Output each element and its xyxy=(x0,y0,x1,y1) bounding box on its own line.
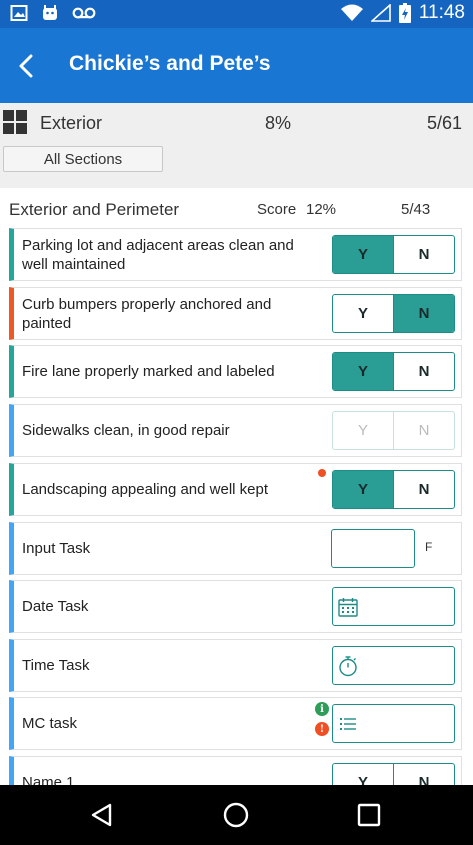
unit-label: F xyxy=(425,540,433,554)
section-percent: 8% xyxy=(265,113,292,133)
list-icon xyxy=(340,718,356,730)
task-row: Date Task xyxy=(9,580,462,633)
voicemail-icon xyxy=(72,7,96,19)
image-notification-icon xyxy=(10,5,28,21)
yes-option[interactable]: Y xyxy=(333,295,393,332)
yes-no-toggle: Y N xyxy=(332,411,455,450)
multiple-choice-input[interactable] xyxy=(332,704,455,743)
info-icon[interactable]: i xyxy=(315,702,329,716)
task-row: Sidewalks clean, in good repair Y N xyxy=(9,404,462,457)
yes-no-toggle: Y N xyxy=(332,235,455,274)
no-option[interactable]: N xyxy=(393,471,454,508)
no-option[interactable]: N xyxy=(393,295,454,332)
yes-option[interactable]: Y xyxy=(333,412,393,449)
task-label: MC task xyxy=(22,715,78,732)
task-label: Sidewalks clean, in good repair xyxy=(22,422,230,439)
task-label: Fire lane properly marked and labeled xyxy=(22,363,275,380)
task-row: MC task i ! xyxy=(9,697,462,750)
chevron-left-icon xyxy=(19,54,33,78)
section-count: 5/61 xyxy=(426,113,462,133)
group-count: 5/43 xyxy=(401,201,431,218)
navigation-bar xyxy=(0,785,473,845)
task-label: Time Task xyxy=(22,657,90,674)
task-row: Landscaping appealing and well kept Y N xyxy=(9,463,462,516)
page-title: Chickie’s and Pete’s xyxy=(69,52,271,75)
yes-option[interactable]: Y xyxy=(333,353,393,390)
task-label: Curb bumpers properly anchored and paint… xyxy=(22,295,272,332)
back-triangle-icon[interactable] xyxy=(88,800,118,830)
task-row: Fire lane properly marked and labeled Y … xyxy=(9,345,462,398)
task-row: Input Task F xyxy=(9,522,462,575)
task-row: Parking lot and adjacent areas clean and… xyxy=(9,228,462,281)
calendar-icon xyxy=(338,598,358,617)
time-input[interactable] xyxy=(332,646,455,685)
group-title: Exterior and Perimeter xyxy=(9,200,180,219)
task-label: Parking lot and adjacent areas clean and… xyxy=(22,236,294,273)
all-sections-button[interactable]: All Sections xyxy=(3,146,163,172)
back-button[interactable] xyxy=(6,46,46,86)
battery-icon xyxy=(398,3,411,23)
section-name: Exterior xyxy=(40,113,103,133)
yes-option[interactable]: Y xyxy=(333,471,393,508)
recents-square-icon[interactable] xyxy=(354,800,384,830)
task-label: Date Task xyxy=(22,598,89,615)
task-row: Curb bumpers properly anchored and paint… xyxy=(9,287,462,340)
number-input[interactable] xyxy=(331,529,415,568)
no-option[interactable]: N xyxy=(393,236,454,273)
date-input[interactable] xyxy=(332,587,455,626)
yes-option[interactable]: Y xyxy=(333,236,393,273)
android-notification-icon xyxy=(43,5,57,20)
wifi-icon xyxy=(340,4,363,21)
group-score-percent: 12% xyxy=(306,201,337,218)
app-bar: Chickie’s and Pete’s xyxy=(0,28,473,103)
signal-icon xyxy=(370,4,391,22)
yes-no-toggle: Y N xyxy=(332,352,455,391)
yes-no-toggle: Y N xyxy=(332,470,455,509)
task-label: Landscaping appealing and well kept xyxy=(22,481,269,498)
stopwatch-icon xyxy=(339,656,357,677)
yes-no-toggle: Y N xyxy=(332,294,455,333)
clock: 11:48 xyxy=(418,2,465,23)
group-score-label: Score xyxy=(257,201,297,218)
task-row: Time Task xyxy=(9,639,462,692)
alert-dot xyxy=(318,469,326,477)
warning-icon[interactable]: ! xyxy=(315,722,329,736)
grid-icon[interactable] xyxy=(3,110,27,134)
task-label: Input Task xyxy=(22,540,91,557)
status-bar: 11:48 xyxy=(0,0,473,28)
no-option[interactable]: N xyxy=(393,412,454,449)
home-circle-icon[interactable] xyxy=(221,800,251,830)
no-option[interactable]: N xyxy=(393,353,454,390)
